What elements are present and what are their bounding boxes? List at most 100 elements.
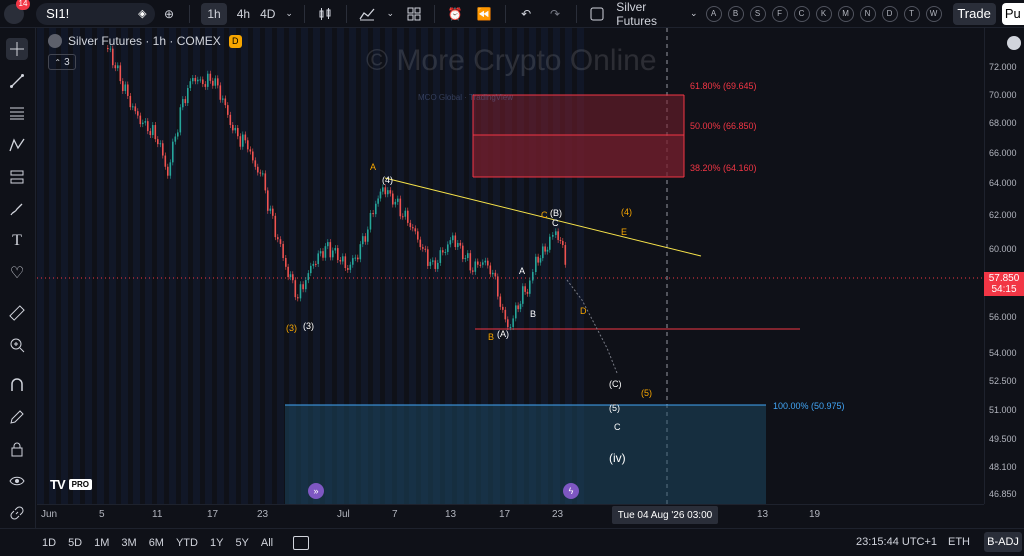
crosshair-date: Tue 04 Aug '26 03:00 [612, 506, 718, 524]
range-all[interactable]: All [261, 537, 273, 549]
redo-icon[interactable]: ↷ [546, 3, 565, 25]
trendline-icon[interactable] [6, 70, 28, 92]
alert-icon[interactable]: ⏰ [446, 3, 465, 25]
exchange-letter-b[interactable]: B [727, 5, 744, 22]
candle-body [192, 77, 194, 82]
range-3m[interactable]: 3M [121, 537, 136, 549]
exchange-letter-n[interactable]: N [859, 5, 876, 22]
candle-body [472, 270, 474, 272]
text-tool-icon[interactable]: T [6, 230, 28, 252]
candle-body [444, 251, 447, 253]
add-symbol-icon[interactable]: ⊕ [160, 3, 179, 25]
exchange-letter-t[interactable]: T [903, 5, 920, 22]
candle-body [204, 84, 207, 87]
date-range-icon[interactable] [293, 535, 310, 550]
clock[interactable]: 23:15:44 UTC+1 [856, 536, 937, 548]
compare-icon[interactable]: ◈ [138, 7, 146, 20]
interval-4h[interactable]: 4h [237, 3, 250, 25]
tradingview-app: 14 SI1! ◈ ⊕ 1h 4h 4D ⌄ ⌄ ⏰ ⏪ ↶ ↷ Silver … [0, 0, 1024, 556]
indicators-dropdown-icon[interactable]: ⌄ [387, 3, 395, 25]
heart-icon[interactable]: ♡ [6, 262, 28, 284]
candle-body [487, 260, 489, 266]
candle-body [522, 286, 524, 304]
candle-body [239, 136, 242, 147]
checkbox-icon[interactable] [587, 3, 606, 25]
range-6m[interactable]: 6M [149, 537, 164, 549]
adjust-button[interactable]: B-ADJ [984, 532, 1022, 552]
symbol-text: SI1! [46, 6, 70, 21]
exchange-letter-c[interactable]: C [793, 5, 810, 22]
exchange-letter-k[interactable]: K [815, 5, 832, 22]
crosshair-icon[interactable] [6, 38, 28, 60]
exchange-letter-w[interactable]: W [925, 5, 942, 22]
candle-body [364, 236, 367, 242]
eye-icon[interactable] [6, 470, 28, 492]
interval-1h[interactable]: 1h [201, 2, 227, 25]
wave-label-white: C [552, 218, 559, 228]
pattern-icon[interactable] [6, 134, 28, 156]
candle-body [539, 258, 542, 263]
brush-icon[interactable] [6, 198, 28, 220]
candle-body [392, 193, 394, 205]
forecast-icon[interactable] [6, 166, 28, 188]
user-avatar[interactable]: 14 [0, 0, 30, 28]
session-toggle[interactable]: ETH [948, 536, 970, 548]
exchange-letter-m[interactable]: M [837, 5, 854, 22]
exchange-letter-f[interactable]: F [771, 5, 788, 22]
candle-body [452, 235, 454, 241]
price-axis[interactable]: 72.000 70.000 68.000 66.000 64.000 62.000 60.0… [984, 28, 1024, 504]
pencil-lock-icon[interactable] [6, 406, 28, 428]
candle-body [305, 280, 307, 290]
zoom-in-icon[interactable] [6, 334, 28, 356]
ruler-icon[interactable] [6, 302, 28, 324]
candle-body [214, 78, 217, 86]
range-buttons: 1D 5D 1M 3M 6M YTD 1Y 5Y All [42, 537, 273, 549]
candle-body [312, 263, 315, 266]
exchange-letter-d[interactable]: D [881, 5, 898, 22]
candle-body [112, 48, 114, 66]
link-icon[interactable] [6, 502, 28, 524]
chart-legend[interactable]: Silver Futures · 1h · COMEX D [48, 34, 242, 48]
candle-body [394, 201, 397, 205]
undo-icon[interactable]: ↶ [517, 3, 536, 25]
range-5y[interactable]: 5Y [235, 537, 248, 549]
symbol-search[interactable]: SI1! ◈ [36, 2, 155, 25]
trade-button[interactable]: Trade [952, 2, 996, 25]
instrument-dropdown-icon[interactable]: ⌄ [690, 3, 698, 25]
magnet-icon[interactable] [6, 374, 28, 396]
interval-4d[interactable]: 4D [260, 3, 275, 25]
candles-icon[interactable] [316, 3, 335, 25]
candle-body [494, 272, 497, 277]
candle-body [437, 262, 439, 269]
layout-grid-icon[interactable] [404, 3, 423, 25]
range-5d[interactable]: 5D [68, 537, 82, 549]
candle-body [232, 124, 234, 131]
fast-forward-icon[interactable]: » [308, 483, 324, 499]
time-axis[interactable]: Jun 5 11 17 23 Jul 7 13 17 23 13 19 [37, 504, 984, 526]
lightning-icon[interactable]: ϟ [563, 483, 579, 499]
price-tick: 51.000 [989, 405, 1017, 415]
replay-icon[interactable]: ⏪ [475, 3, 494, 25]
range-ytd[interactable]: YTD [176, 537, 198, 549]
indicators-icon[interactable] [358, 3, 377, 25]
range-1m[interactable]: 1M [94, 537, 109, 549]
exchange-letter-s[interactable]: S [749, 5, 766, 22]
candle-body [257, 166, 259, 173]
indicators-toggle[interactable]: ⌃ 3 [48, 54, 76, 70]
publish-button[interactable]: Pu [1001, 2, 1024, 25]
interval-dropdown-icon[interactable]: ⌄ [285, 3, 293, 25]
divider [504, 4, 506, 23]
instrument-name[interactable]: Silver Futures [616, 0, 680, 28]
fib-retracement-icon[interactable] [6, 102, 28, 124]
candle-body [447, 244, 449, 252]
range-1d[interactable]: 1D [42, 537, 56, 549]
axis-settings-icon[interactable] [1007, 36, 1021, 50]
candle-body [474, 261, 477, 272]
symbol-logo-icon [48, 34, 62, 48]
exchange-letter-a[interactable]: A [705, 5, 722, 22]
candle-body [194, 77, 197, 82]
candle-body [375, 203, 377, 215]
lock-icon[interactable] [6, 438, 28, 460]
range-1y[interactable]: 1Y [210, 537, 223, 549]
price-tick: 66.000 [989, 148, 1017, 158]
